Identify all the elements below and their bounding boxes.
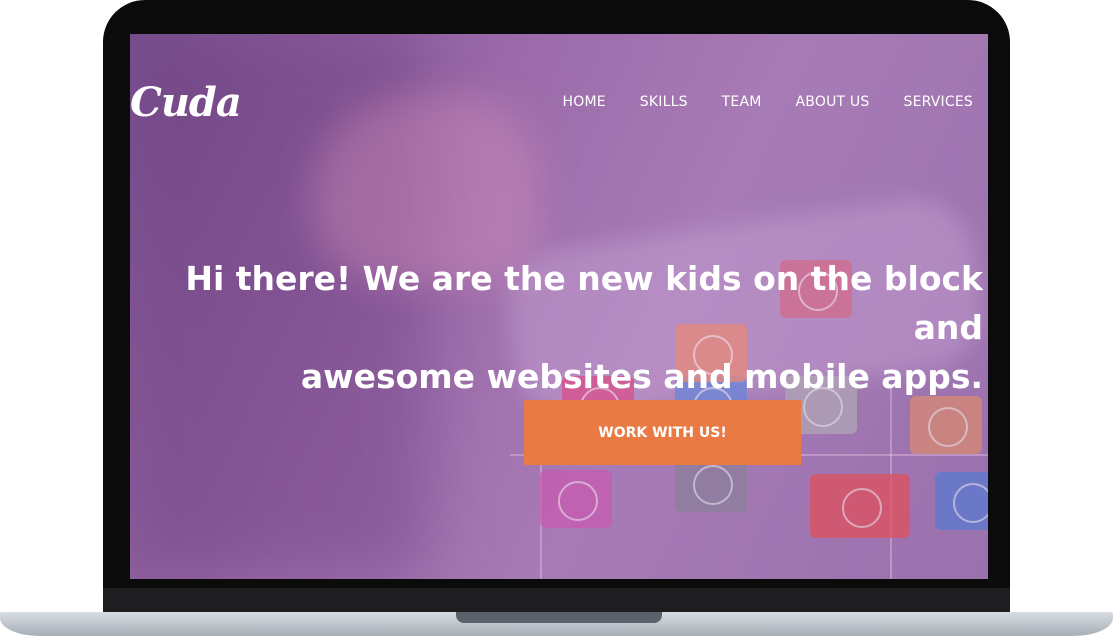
nav-item-skills[interactable]: SKILLS <box>640 94 688 110</box>
top-navigation: Cuda HOME SKILLS TEAM ABOUT US SERVICES <box>130 34 988 174</box>
app-tile-icon <box>935 472 988 530</box>
hero-headline: Hi there! We are the new kids on the blo… <box>163 254 983 401</box>
nav-item-team[interactable]: TEAM <box>722 94 762 110</box>
laptop-mockup: Cuda HOME SKILLS TEAM ABOUT US SERVICES … <box>0 0 1113 636</box>
nav-item-about-us[interactable]: ABOUT US <box>796 94 870 110</box>
laptop-hinge <box>103 588 1010 614</box>
work-with-us-button[interactable]: WORK WITH US! <box>524 400 801 465</box>
nav-menu: HOME SKILLS TEAM ABOUT US SERVICES <box>563 94 974 110</box>
laptop-notch <box>456 612 662 623</box>
nav-item-home[interactable]: HOME <box>563 94 606 110</box>
app-tile-icon <box>540 470 612 528</box>
app-tile-icon <box>910 396 982 454</box>
nav-item-services[interactable]: SERVICES <box>903 94 973 110</box>
hero-headline-line-1: Hi there! We are the new kids on the blo… <box>185 259 983 347</box>
app-tile-icon <box>810 474 910 538</box>
site-logo[interactable]: Cuda <box>130 79 242 126</box>
laptop-screen: Cuda HOME SKILLS TEAM ABOUT US SERVICES … <box>130 34 988 579</box>
hero-headline-line-2: awesome websites and mobile apps. <box>300 357 983 396</box>
